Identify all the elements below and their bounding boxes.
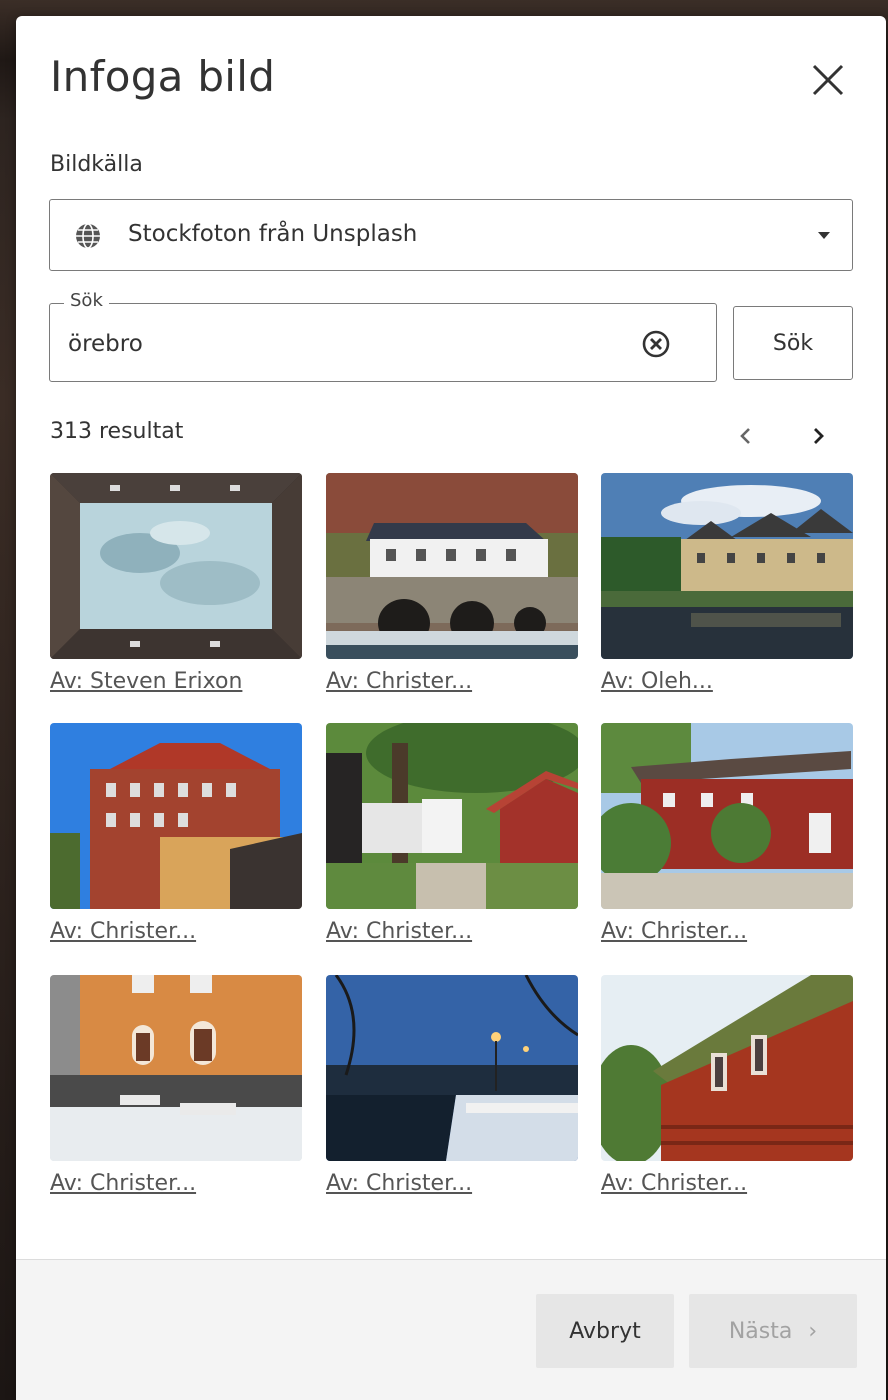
caret-down-icon — [818, 232, 830, 239]
riverside-houses-photo — [601, 473, 853, 659]
river-night-lamps-photo — [326, 975, 578, 1161]
chevron-right-icon: › — [808, 1318, 818, 1344]
image-result-3: Av: Oleh... — [601, 473, 853, 694]
orange-building-snow-photo — [50, 975, 302, 1161]
search-button[interactable]: Sök — [733, 306, 853, 380]
globe-icon — [76, 223, 100, 249]
search-legend: Sök — [64, 290, 109, 311]
photographer-credit-link[interactable]: Av: Christer... — [326, 1171, 578, 1196]
image-result-9: Av: Christer... — [601, 975, 853, 1196]
image-result-8: Av: Christer... — [326, 975, 578, 1196]
close-button[interactable] — [806, 58, 850, 102]
image-thumbnail[interactable] — [326, 473, 578, 659]
photographer-credit-link[interactable]: Av: Christer... — [326, 919, 578, 944]
photographer-credit-link[interactable]: Av: Christer... — [601, 1171, 853, 1196]
red-wooden-houses-photo — [601, 723, 853, 909]
image-result-4: Av: Christer... — [50, 723, 302, 944]
chevron-left-icon[interactable] — [732, 422, 760, 450]
result-count: 313 resultat — [50, 419, 184, 444]
chevron-right-icon[interactable] — [804, 422, 832, 450]
image-result-7: Av: Christer... — [50, 975, 302, 1196]
brick-building-photo — [50, 723, 302, 909]
image-result-2: Av: Christer... — [326, 473, 578, 694]
photographer-credit-link[interactable]: Av: Christer... — [601, 919, 853, 944]
image-thumbnail[interactable] — [601, 723, 853, 909]
close-icon — [812, 64, 844, 96]
image-thumbnail[interactable] — [601, 473, 853, 659]
clear-circle-x-icon[interactable] — [640, 328, 672, 360]
photographer-credit-link[interactable]: Av: Christer... — [50, 1171, 302, 1196]
image-source-select[interactable]: Stockfoton från Unsplash — [49, 199, 853, 271]
image-thumbnail[interactable] — [50, 975, 302, 1161]
courtyard-sky-photo — [50, 473, 302, 659]
park-path-cottage-photo — [326, 723, 578, 909]
image-thumbnail[interactable] — [326, 975, 578, 1161]
red-timber-house-photo — [601, 975, 853, 1161]
image-thumbnail[interactable] — [601, 975, 853, 1161]
insert-image-dialog: Infoga bild Bildkälla Stockfoton från Un… — [16, 16, 886, 1400]
search-field: Sök — [49, 290, 717, 382]
photographer-credit-link[interactable]: Av: Christer... — [50, 919, 302, 944]
photographer-credit-link[interactable]: Av: Christer... — [326, 669, 578, 694]
photographer-credit-link[interactable]: Av: Oleh... — [601, 669, 853, 694]
search-input[interactable] — [68, 328, 608, 360]
dialog-footer: Avbryt Nästa › — [16, 1259, 886, 1400]
dialog-title: Infoga bild — [50, 52, 276, 101]
stone-bridge-photo — [326, 473, 578, 659]
image-result-5: Av: Christer... — [326, 723, 578, 944]
next-button[interactable]: Nästa › — [689, 1294, 857, 1368]
image-thumbnail[interactable] — [50, 473, 302, 659]
image-result-6: Av: Christer... — [601, 723, 853, 944]
image-thumbnail[interactable] — [50, 723, 302, 909]
cancel-button[interactable]: Avbryt — [536, 1294, 674, 1368]
next-button-label: Nästa — [728, 1318, 793, 1344]
image-result-1: Av: Steven Erixon — [50, 473, 302, 694]
source-label: Bildkälla — [50, 152, 143, 177]
source-selected-value: Stockfoton från Unsplash — [128, 221, 418, 247]
image-thumbnail[interactable] — [326, 723, 578, 909]
photographer-credit-link[interactable]: Av: Steven Erixon — [50, 669, 302, 694]
